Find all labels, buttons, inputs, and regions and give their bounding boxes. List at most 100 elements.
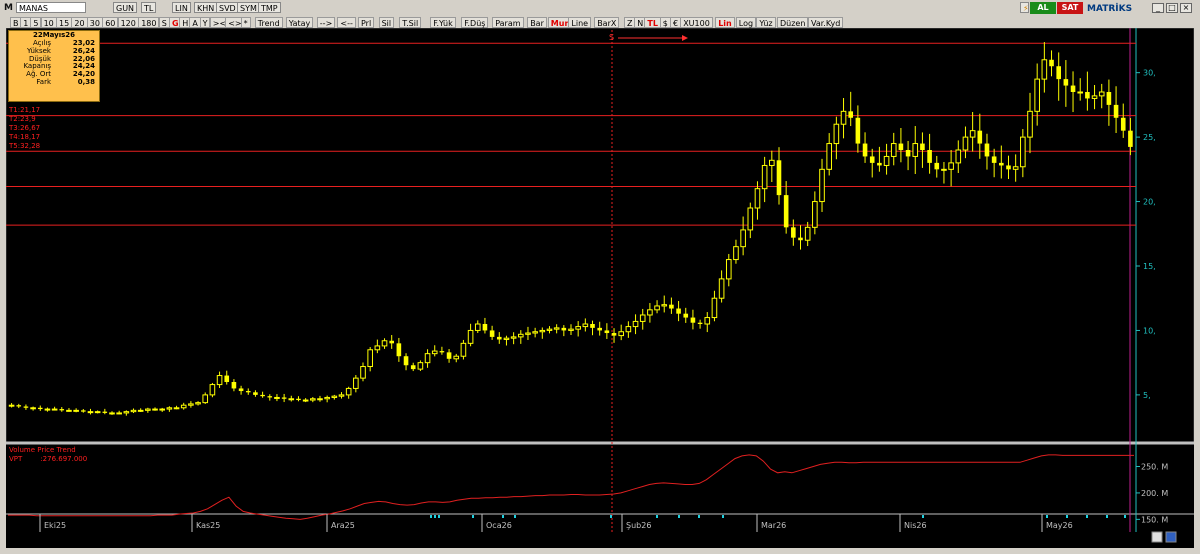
candle-body xyxy=(1098,91,1105,97)
candle-body xyxy=(991,156,997,163)
candle-body xyxy=(855,117,861,144)
lightning-icon[interactable]: ⚡ xyxy=(1020,2,1029,13)
candle-body xyxy=(130,409,137,413)
toolbar-item-23[interactable]: Sil xyxy=(378,17,395,28)
tab-khn[interactable]: KHN xyxy=(194,2,218,13)
toolbar-item-28[interactable]: Bar xyxy=(527,17,547,28)
candle-body xyxy=(16,405,22,407)
toolbar-item-4[interactable]: 15 xyxy=(56,17,73,28)
toolbar-item-31[interactable]: BarX xyxy=(594,17,620,28)
chart-area[interactable]: S 5, 10, 15, 20, 25, 30, 150. M 200. M 250. M Eki2… xyxy=(5,27,1195,548)
vpt-tick-label: 200. M xyxy=(1141,489,1168,498)
maximize-icon[interactable]: □ xyxy=(1166,3,1178,13)
toolbar-item-21[interactable]: <-- xyxy=(337,17,356,28)
candle-body xyxy=(102,411,108,413)
candle-body xyxy=(310,398,316,401)
price-panel xyxy=(5,27,1195,444)
candle-body xyxy=(37,407,43,410)
toolbar-item-8[interactable]: 120 xyxy=(117,17,139,28)
toolbar-item-19[interactable]: Yatay xyxy=(285,17,314,28)
candle-body xyxy=(23,406,29,408)
date-label: May26 xyxy=(1046,521,1073,530)
symbol-input[interactable]: MANAS xyxy=(16,2,86,13)
candle-body xyxy=(840,110,847,125)
candle-body xyxy=(1056,66,1061,80)
candle-body xyxy=(274,396,280,399)
candle-body xyxy=(883,155,890,166)
date-label: Nis26 xyxy=(904,521,927,530)
candle-body xyxy=(159,408,165,411)
candle-body xyxy=(417,362,424,370)
candle-body xyxy=(517,333,524,338)
date-label: Ara25 xyxy=(331,521,355,530)
candle-body xyxy=(195,402,201,405)
close-icon[interactable]: × xyxy=(1180,3,1192,13)
toolbar-item-34[interactable]: TL xyxy=(644,17,661,28)
toolbar-item-7[interactable]: 60 xyxy=(102,17,119,28)
candle-body xyxy=(245,391,251,393)
tab-currency[interactable]: TL xyxy=(141,2,157,13)
trend-level-label: T3:26,67 xyxy=(9,124,41,132)
candle-body xyxy=(489,330,495,337)
sell-button[interactable]: SAT xyxy=(1057,2,1083,14)
candle-body xyxy=(403,356,409,366)
candle-body xyxy=(30,407,36,410)
candle-body xyxy=(410,365,416,370)
candle-body xyxy=(367,349,373,368)
candle-body xyxy=(590,324,595,328)
toolbar-item-40[interactable]: Yüz xyxy=(756,17,776,28)
event-marker xyxy=(1046,515,1048,518)
toolbar-item-18[interactable]: Trend xyxy=(254,17,283,28)
candle-body xyxy=(819,168,825,203)
candle-body xyxy=(798,237,803,241)
toolbar-item-22[interactable]: Prl xyxy=(358,17,375,28)
candle-body xyxy=(669,304,674,309)
toolbar-item-41[interactable]: Düzen xyxy=(777,17,809,28)
candle-body xyxy=(267,396,273,398)
toolbar-item-6[interactable]: 30 xyxy=(86,17,103,28)
candle-body xyxy=(396,343,402,357)
info-value: 0,38 xyxy=(77,77,95,86)
buy-button[interactable]: AL xyxy=(1030,2,1056,14)
tab-lin[interactable]: LIN xyxy=(172,2,191,13)
candle-body xyxy=(1070,85,1076,92)
toolbar-item-24[interactable]: T.Sil xyxy=(399,17,422,28)
app-logo: M xyxy=(4,3,13,13)
toolbar-item-20[interactable]: --> xyxy=(316,17,336,28)
candle-body xyxy=(618,331,625,337)
toolbar-item-17[interactable]: * xyxy=(240,17,251,28)
candle-body xyxy=(934,162,940,170)
ohlc-info-box: 22Mayıs26 Açılış 23,02 Yüksek 26,24 Düşük 22,… xyxy=(8,30,100,102)
candle-body xyxy=(467,329,474,344)
candle-body xyxy=(740,229,746,248)
candle-body xyxy=(1085,92,1090,99)
price-tick-label: 30, xyxy=(1143,69,1156,78)
candle-body xyxy=(833,123,840,145)
tab-sym[interactable]: SYM xyxy=(237,2,260,13)
toolbar-item-25[interactable]: F.Yük xyxy=(430,17,456,28)
trend-level-label: T1:21,17 xyxy=(9,106,41,114)
toolbar-item-42[interactable]: Var.Kyd xyxy=(808,17,844,28)
tab-svd[interactable]: SVD xyxy=(216,2,239,13)
tab-tmp[interactable]: TMP xyxy=(258,2,281,13)
candle-body xyxy=(561,327,567,331)
candle-body xyxy=(647,309,653,316)
minimize-icon[interactable]: _ xyxy=(1152,3,1164,13)
toolbar-item-39[interactable]: Log xyxy=(735,17,757,28)
candle-body xyxy=(137,409,144,412)
candle-body xyxy=(769,159,775,166)
toolbar-item-37[interactable]: XU100 xyxy=(680,17,713,28)
vpt-tick-label: 250. M xyxy=(1141,463,1168,472)
toolbar-item-9[interactable]: 180 xyxy=(138,17,160,28)
event-marker xyxy=(434,515,436,518)
toolbar-item-5[interactable]: 20 xyxy=(71,17,88,28)
trend-level-label: T5:32,28 xyxy=(9,142,41,150)
tab-period[interactable]: GUN xyxy=(113,2,138,13)
toolbar-item-26[interactable]: F.Düş xyxy=(461,17,489,28)
toolbar-item-3[interactable]: 10 xyxy=(40,17,57,28)
candle-body xyxy=(697,322,703,324)
toolbar-item-38[interactable]: Lin xyxy=(715,17,735,28)
toolbar-item-27[interactable]: Param xyxy=(492,17,524,28)
candle-body xyxy=(166,407,173,410)
toolbar-item-30[interactable]: Line xyxy=(568,17,592,28)
